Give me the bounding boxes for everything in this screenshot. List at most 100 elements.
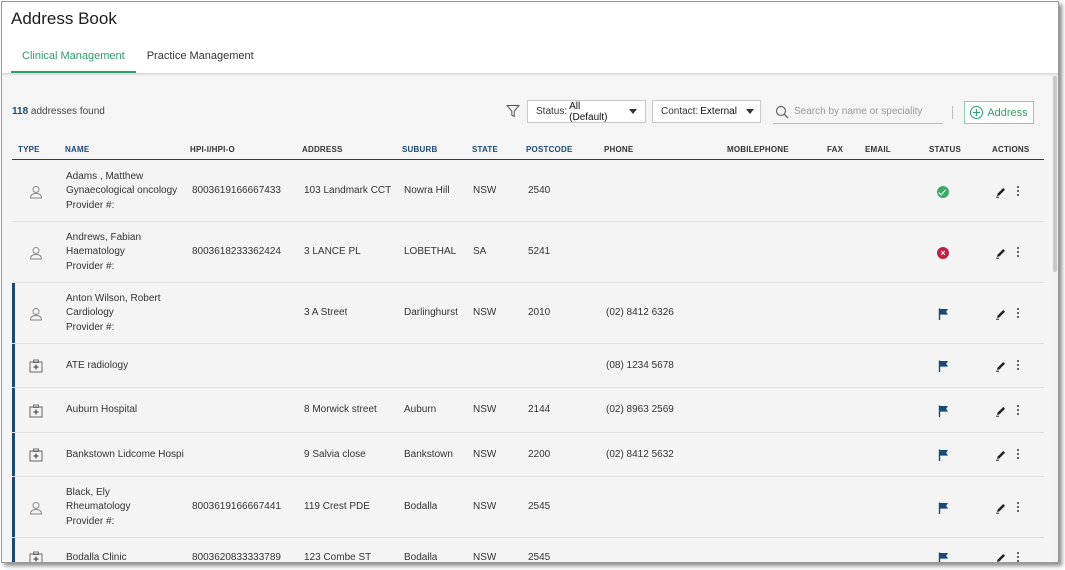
cell-name: Black, Ely Rheumatology Provider #: <box>66 486 188 530</box>
table-row[interactable]: Bodalla Clinic 8003620833333789 123 Combe … <box>12 538 1044 563</box>
column-header-postcode[interactable]: POSTCODE <box>526 145 573 154</box>
cell-state: SA <box>473 246 487 258</box>
row-marker <box>12 433 15 476</box>
flag-icon <box>938 405 948 417</box>
search-input[interactable] <box>794 106 939 117</box>
cell-address: 9 Salvia close <box>304 448 366 460</box>
cell-state: NSW <box>473 185 497 197</box>
results-count-label: addresses found <box>28 106 105 117</box>
cell-name: Auburn Hospital <box>66 403 188 418</box>
column-header-state[interactable]: STATE <box>472 145 498 154</box>
more-options-icon[interactable] <box>1015 501 1021 513</box>
more-options-icon[interactable] <box>1015 307 1021 319</box>
cell-phone: (02) 8412 6326 <box>606 307 674 319</box>
table-row[interactable]: Auburn Hospital 8 Morwick street Auburn NSW… <box>12 388 1044 433</box>
person-icon <box>29 185 43 198</box>
contact-dropdown-label: Contact: <box>661 106 699 117</box>
row-marker <box>12 283 15 343</box>
more-options-icon[interactable] <box>1015 404 1021 416</box>
contact-speciality: Cardiology <box>66 307 114 319</box>
column-header-mobilephone: MOBILEPHONE <box>727 145 789 154</box>
contact-provider-number: Provider #: <box>66 321 115 333</box>
address-book-window: Address Book Clinical Management Practic… <box>1 1 1059 563</box>
cell-state: NSW <box>473 551 497 563</box>
cell-state: NSW <box>473 404 497 416</box>
pencil-icon[interactable] <box>995 502 1007 514</box>
column-header-hpi: HPI-I/HPI-O <box>190 145 235 154</box>
row-marker <box>12 344 15 387</box>
more-options-icon[interactable] <box>1015 359 1021 371</box>
pencil-icon[interactable] <box>995 405 1007 417</box>
contact-provider-number: Provider #: <box>66 199 115 211</box>
column-header-type[interactable]: TYPE <box>18 145 40 154</box>
cell-phone: (08) 1234 5678 <box>606 359 674 371</box>
contact-name: Bodalla Clinic <box>66 551 127 563</box>
cell-postcode: 2545 <box>528 551 551 563</box>
scrollbar-thumb[interactable] <box>1053 76 1057 272</box>
cell-postcode: 2010 <box>528 307 551 319</box>
chevron-down-icon <box>629 109 637 114</box>
cell-hpi: 8003619166667441 <box>192 501 281 513</box>
add-address-label: Address <box>987 106 1028 119</box>
more-options-icon[interactable] <box>1015 185 1021 197</box>
plus-circle-icon <box>970 106 984 119</box>
cell-hpi: 8003620833333789 <box>192 551 281 563</box>
cell-name: Andrews, Fabian Haematology Provider #: <box>66 231 188 275</box>
table-row[interactable]: Andrews, Fabian Haematology Provider #: 800… <box>12 222 1044 283</box>
cell-name: Bankstown Lidcome Hospi <box>66 448 188 463</box>
filter-icon[interactable] <box>506 104 520 118</box>
cell-hpi: 8003618233362424 <box>192 246 281 258</box>
row-marker <box>12 538 15 562</box>
status-dropdown[interactable]: Status: All (Default) <box>527 100 646 123</box>
cell-address: 123 Combe ST <box>304 551 372 563</box>
error-circle-icon: × <box>937 246 949 259</box>
cell-address: 8 Morwick street <box>304 404 377 416</box>
contact-provider-number: Provider #: <box>66 260 115 272</box>
page-title: Address Book <box>11 9 117 28</box>
person-icon <box>29 246 43 259</box>
contact-dropdown[interactable]: Contact: External <box>652 100 761 123</box>
table-header: TYPE NAME HPI-I/HPI-O ADDRESS SUBURB STA… <box>12 139 1044 160</box>
pencil-icon[interactable] <box>995 552 1007 563</box>
table-row[interactable]: Anton Wilson, Robert Cardiology Provider #… <box>12 283 1044 344</box>
table-row[interactable]: Adams , Matthew Gynaecological oncology Pr… <box>12 161 1044 222</box>
tab-clinical-management[interactable]: Clinical Management <box>11 44 136 73</box>
more-options-icon[interactable] <box>1015 448 1021 460</box>
cell-state: NSW <box>473 501 497 513</box>
flag-icon <box>938 360 948 372</box>
column-header-name[interactable]: NAME <box>65 145 89 154</box>
tab-bar: Clinical Management Practice Management <box>11 44 265 74</box>
hospital-icon <box>29 404 43 417</box>
results-count: 118 addresses found <box>12 106 105 117</box>
cell-name: Adams , Matthew Gynaecological oncology Pr… <box>66 170 188 214</box>
contact-name: Bankstown Lidcome Hospi <box>66 448 184 460</box>
add-address-button[interactable]: Address <box>964 101 1034 124</box>
table-row[interactable]: Bankstown Lidcome Hospi 9 Salvia close Ban… <box>12 433 1044 477</box>
hospital-icon <box>29 448 43 462</box>
pencil-icon[interactable] <box>995 360 1007 372</box>
person-icon <box>29 501 43 514</box>
address-list-panel: 118 addresses found Status: All (Default… <box>2 76 1054 563</box>
table-row[interactable]: ATE radiology (08) 1234 5678 <box>12 344 1044 388</box>
pencil-icon[interactable] <box>995 247 1007 259</box>
cell-name: ATE radiology <box>66 359 188 374</box>
pencil-icon[interactable] <box>995 449 1007 461</box>
tab-practice-management[interactable]: Practice Management <box>136 44 265 73</box>
table-row[interactable]: Black, Ely Rheumatology Provider #: 8003619… <box>12 477 1044 538</box>
vertical-scrollbar[interactable] <box>1052 76 1058 562</box>
pencil-icon[interactable] <box>995 308 1007 320</box>
cell-address: 119 Crest PDE <box>304 501 370 513</box>
contact-speciality: Rheumatology <box>66 501 131 513</box>
pencil-icon[interactable] <box>995 186 1007 198</box>
contact-name: Adams , Matthew <box>66 170 144 182</box>
results-count-number: 118 <box>12 106 29 117</box>
flag-icon <box>938 449 948 461</box>
cell-postcode: 5241 <box>528 246 551 258</box>
more-options-icon[interactable] <box>1015 551 1021 562</box>
check-circle-icon <box>937 185 949 198</box>
column-header-address: ADDRESS <box>302 145 343 154</box>
more-options-icon[interactable] <box>1015 246 1021 258</box>
row-marker <box>12 477 15 537</box>
column-header-suburb[interactable]: SUBURB <box>402 145 437 154</box>
cell-postcode: 2540 <box>528 185 551 197</box>
